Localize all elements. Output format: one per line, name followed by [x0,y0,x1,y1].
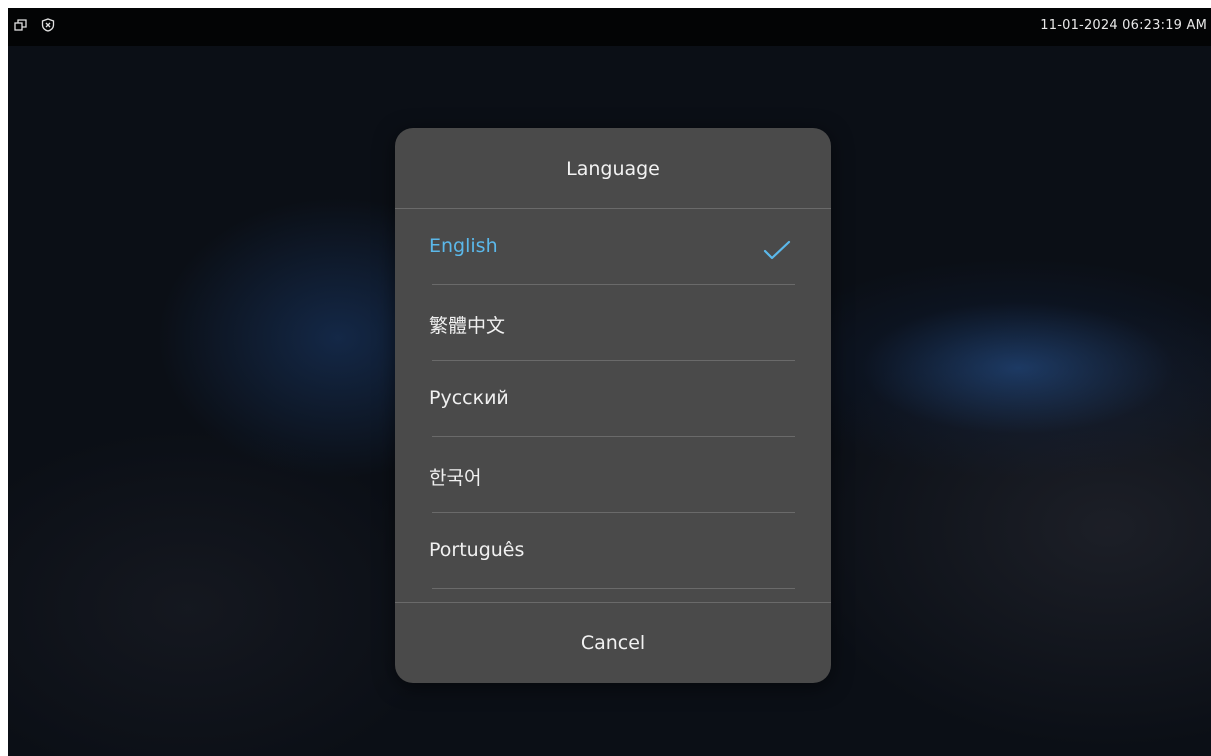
language-dialog: Language English 繁體中文 Русский 한국어 Portug… [395,128,831,683]
checkmark-icon [763,240,791,260]
language-option-korean[interactable]: 한국어 [395,437,831,513]
divider [432,588,795,589]
option-label: English [429,235,498,257]
option-label: Português [429,539,525,561]
dialog-title: Language [566,158,660,180]
option-label: Русский [429,387,509,409]
language-option-portuguese[interactable]: Português [395,513,831,589]
option-label: 繁體中文 [429,315,506,337]
language-option-english[interactable]: English [395,209,831,285]
language-option-traditional-chinese[interactable]: 繁體中文 [395,285,831,361]
status-datetime: 11-01-2024 06:23:19 AM [1040,18,1207,33]
status-bar: 11-01-2024 06:23:19 AM [8,8,1211,46]
screen: 11-01-2024 06:23:19 AM Language English … [8,8,1211,756]
cancel-button[interactable]: Cancel [395,603,831,683]
language-option-russian[interactable]: Русский [395,361,831,437]
option-label: 한국어 [429,467,482,489]
window-restore-icon [14,18,28,32]
shield-x-icon [41,18,55,32]
